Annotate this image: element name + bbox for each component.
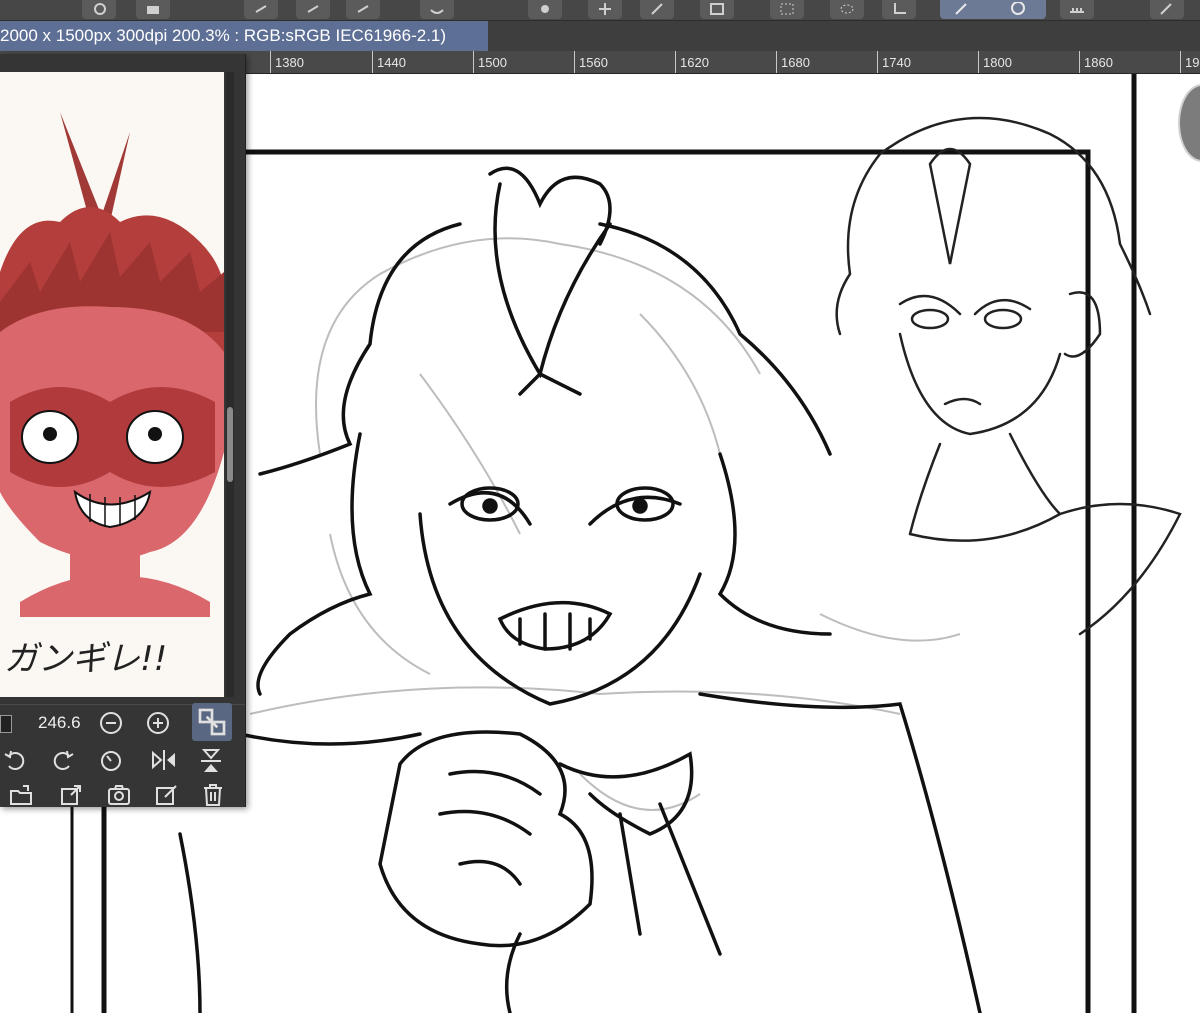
- fit-icon: [198, 708, 226, 736]
- zoom-value[interactable]: 246.6: [38, 713, 81, 733]
- rotation-row: [0, 743, 245, 777]
- ruler-tick: 1800: [978, 51, 1078, 73]
- reset-rotation-icon: [101, 751, 121, 771]
- arrow-icon: [255, 5, 267, 13]
- camera-icon: [108, 785, 130, 805]
- reference-face: [0, 306, 224, 617]
- import-image-icon: [10, 785, 32, 805]
- tool-button[interactable]: [882, 0, 916, 19]
- ruler-tick: 1380: [270, 51, 370, 73]
- flip-horizontal-button[interactable]: [148, 745, 178, 775]
- edit-button[interactable]: [152, 780, 182, 810]
- flip-vertical-button[interactable]: [196, 745, 226, 775]
- wand-icon: [1160, 3, 1172, 15]
- secondary-character: [835, 116, 1182, 636]
- active-tool-group[interactable]: [940, 0, 1046, 19]
- ruler-tick: 1440: [372, 51, 472, 73]
- tool-button[interactable]: [1150, 0, 1184, 19]
- ruler-tick: 1680: [776, 51, 876, 73]
- ruler-icon: [1070, 8, 1084, 13]
- ruler-tick: 19: [1180, 51, 1200, 73]
- tool-button[interactable]: [528, 0, 562, 19]
- zoom-row: 246.6: [0, 703, 245, 741]
- edit-icon: [156, 785, 177, 805]
- ruler-tick: 1860: [1079, 51, 1179, 73]
- rotate-left-icon: [4, 750, 25, 770]
- reset-rotation-button[interactable]: [96, 745, 126, 775]
- document-tab[interactable]: 2000 x 1500px 300dpi 200.3% : RGB:sRGB I…: [0, 21, 488, 51]
- flip-horizontal-icon: [152, 750, 175, 770]
- navigator-scroll-thumb[interactable]: [227, 407, 233, 482]
- open-external-icon: [61, 785, 81, 805]
- crop-icon: [894, 3, 906, 14]
- zoom-in-button[interactable]: [143, 708, 173, 738]
- frame-icon: [710, 3, 724, 15]
- reference-image: ガンギレ!!: [0, 112, 225, 679]
- tool-button[interactable]: [136, 0, 170, 19]
- fit-to-window-button[interactable]: [192, 703, 232, 741]
- tool-button[interactable]: [82, 0, 116, 19]
- reference-caption: ガンギレ!!: [4, 639, 167, 679]
- ruler-tick: 1620: [675, 51, 775, 73]
- main-character: [178, 166, 982, 1013]
- color-swatch[interactable]: [0, 715, 12, 733]
- brush-icon: [541, 5, 549, 13]
- add-icon: [94, 3, 106, 15]
- document-titlebar: 2000 x 1500px 300dpi 200.3% : RGB:sRGB I…: [0, 21, 1200, 51]
- select-icon: [780, 3, 794, 15]
- navigator-controls: 246.6: [0, 703, 245, 806]
- rough-sketch: [249, 237, 961, 811]
- flip-vertical-icon: [201, 749, 221, 772]
- tool-button[interactable]: [296, 0, 330, 19]
- tool-button[interactable]: [1060, 0, 1094, 19]
- zoom-in-icon: [147, 712, 169, 734]
- zoom-out-icon: [100, 712, 122, 734]
- ruler-tick: 1740: [877, 51, 977, 73]
- selection-icon: [955, 3, 967, 15]
- layer-icon: [147, 6, 159, 14]
- tool-button[interactable]: [588, 0, 622, 19]
- arrow-icon: [307, 5, 319, 13]
- navigator-preview[interactable]: ガンギレ!!: [0, 72, 225, 697]
- undo-icon: [430, 9, 444, 14]
- circle-selection-icon: [1011, 2, 1025, 15]
- open-external-button[interactable]: [56, 780, 86, 810]
- ruler-tick: 1500: [473, 51, 573, 73]
- import-image-button[interactable]: [6, 780, 36, 810]
- lasso-icon: [840, 4, 854, 14]
- arrow-icon: [357, 5, 369, 13]
- tool-button[interactable]: [640, 0, 674, 19]
- pen-icon: [651, 3, 663, 15]
- rotate-right-icon: [53, 750, 74, 770]
- tool-button[interactable]: [244, 0, 278, 19]
- tool-button[interactable]: [420, 0, 454, 19]
- sparkle-icon: [599, 3, 611, 15]
- rotate-left-button[interactable]: [0, 745, 30, 775]
- trash-icon: [204, 784, 222, 806]
- navigator-panel: ガンギレ!! 246.6: [0, 54, 246, 807]
- rotate-right-button[interactable]: [48, 745, 78, 775]
- camera-button[interactable]: [104, 780, 134, 810]
- ruler-tick: 1560: [574, 51, 674, 73]
- top-toolbar: [0, 0, 1200, 21]
- tool-button[interactable]: [830, 0, 864, 19]
- file-actions-row: [0, 778, 245, 812]
- tool-button[interactable]: [700, 0, 734, 19]
- navigator-scrollbar[interactable]: [226, 72, 234, 697]
- tool-button[interactable]: [770, 0, 804, 19]
- tool-button[interactable]: [346, 0, 380, 19]
- delete-button[interactable]: [198, 780, 228, 810]
- zoom-out-button[interactable]: [96, 708, 126, 738]
